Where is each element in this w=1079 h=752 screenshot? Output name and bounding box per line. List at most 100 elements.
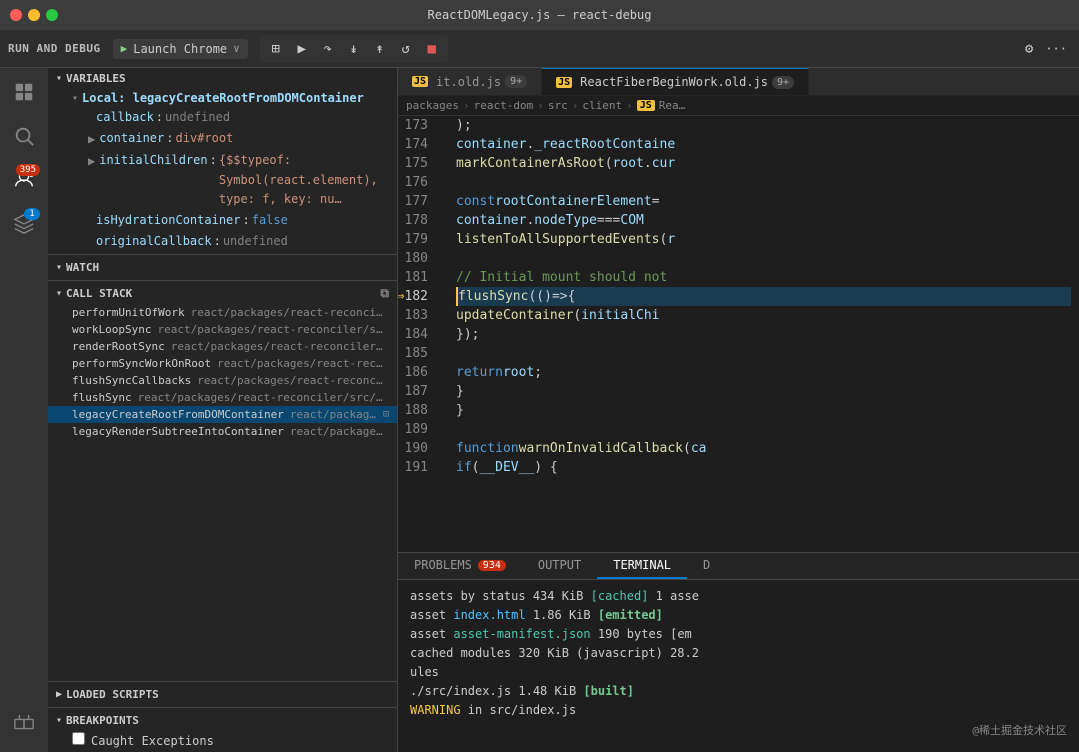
breakpoint-caught-exceptions[interactable]: Caught Exceptions	[48, 731, 397, 752]
activity-bar: 395 1	[0, 68, 48, 752]
var-key: callback	[96, 108, 154, 127]
var-key: originalCallback	[96, 232, 212, 251]
line-num: 186	[398, 363, 436, 382]
launch-config-button[interactable]: ▶ Launch Chrome ∨	[113, 39, 248, 59]
stop-button[interactable]: ■	[420, 37, 444, 61]
breakpoint-label: Caught Exceptions	[91, 732, 214, 751]
panel-divider-2	[48, 280, 397, 281]
variables-panel: ▾ VARIABLES ▾ Local: legacyCreateRootFro…	[48, 68, 397, 252]
copy-icon[interactable]: ⧉	[380, 286, 389, 301]
line-num: 178	[398, 211, 436, 230]
panel-divider	[48, 254, 397, 255]
breakpoints-header[interactable]: ▾ BREAKPOINTS	[48, 710, 397, 731]
local-scope-header[interactable]: ▾ Local: legacyCreateRootFromDOMContaine…	[48, 89, 397, 107]
tab-d[interactable]: D	[687, 553, 726, 579]
stack-frame-name: flushSync	[72, 391, 132, 404]
variables-chevron-icon: ▾	[56, 73, 62, 84]
var-value: div#root	[176, 129, 234, 148]
call-stack-item[interactable]: flushSync react/packages/react-reconcile…	[48, 389, 397, 406]
call-stack-item[interactable]: workLoopSync react/packages/react-reconc…	[48, 321, 397, 338]
call-stack-section-header[interactable]: ▾ CALL STACK ⧉	[48, 283, 397, 304]
stack-frame-name: workLoopSync	[72, 323, 151, 336]
code-line: container._reactRootContaine	[456, 135, 1071, 154]
watch-panel: ▾ WATCH	[48, 257, 397, 278]
code-line: listenToAllSupportedEvents(r	[456, 230, 1071, 249]
breakpoints-section: ▾ BREAKPOINTS Caught Exceptions	[48, 710, 397, 752]
maximize-button[interactable]	[46, 9, 58, 21]
sidebar-header-label: RUN AND DEBUG	[8, 42, 101, 55]
breakpoints-chevron-icon: ▾	[56, 715, 62, 726]
window-title: ReactDOMLegacy.js — react-debug	[428, 8, 652, 22]
line-num: 190	[398, 439, 436, 458]
run-badge: 1	[24, 208, 40, 220]
var-isHydrationContainer[interactable]: isHydrationContainer : false	[48, 210, 397, 231]
var-value: undefined	[223, 232, 288, 251]
sidebar-item-search[interactable]	[4, 116, 44, 156]
editor-area: JS it.old.js 9+ JS ReactFiberBeginWork.o…	[398, 68, 1079, 752]
line-num: 189	[398, 420, 436, 439]
caught-exceptions-checkbox[interactable]	[72, 732, 85, 745]
breakpoints-title: BREAKPOINTS	[66, 714, 139, 727]
code-line: // Initial mount should not	[456, 268, 1071, 287]
tab-output[interactable]: OUTPUT	[522, 553, 597, 579]
sidebar-item-debug[interactable]: 395	[4, 160, 44, 200]
tab-problems[interactable]: PROBLEMS 934	[398, 553, 522, 579]
tab-terminal[interactable]: TERMINAL	[597, 553, 687, 579]
stack-frame-path: react/packages/react-reconciler/src/Reac…	[138, 391, 389, 404]
step-over-button[interactable]: ↷	[316, 37, 340, 61]
tab-badge: 9+	[772, 76, 794, 89]
var-container[interactable]: ▶ container : div#root	[48, 128, 397, 150]
tab-it-old[interactable]: JS it.old.js 9+	[398, 69, 542, 95]
main-layout: 395 1 ▾ VARIABLES ▾ Local: legacyCreateR…	[0, 68, 1079, 752]
close-button[interactable]	[10, 9, 22, 21]
stack-frame-name: renderRootSync	[72, 340, 165, 353]
terminal-line: ./src/index.js 1.48 KiB [built]	[410, 682, 1067, 700]
call-stack-item-selected[interactable]: legacyCreateRootFromDOMContainer react/p…	[48, 406, 397, 423]
continue-button[interactable]: ▶	[290, 37, 314, 61]
stack-frame-path: react/packages/react-dom/src/cli...	[290, 425, 389, 438]
tab-reactfiberbeginwork[interactable]: JS ReactFiberBeginWork.old.js 9+	[542, 68, 809, 95]
call-stack-item[interactable]: flushSyncCallbacks react/packages/react-…	[48, 372, 397, 389]
local-chevron-icon: ▾	[72, 93, 78, 104]
line-num: 185	[398, 344, 436, 363]
line-numbers: 173 174 175 176 177 178 179 180 181 ⇒ 18…	[398, 116, 448, 552]
terminal-line: WARNING in src/index.js	[410, 701, 1067, 719]
sidebar-item-extensions[interactable]	[4, 704, 44, 744]
restart-button[interactable]: ↺	[394, 37, 418, 61]
code-line: );	[456, 116, 1071, 135]
breadcrumb-part: react-dom	[474, 99, 534, 112]
tab-label: PROBLEMS	[414, 558, 472, 572]
watch-chevron-icon: ▾	[56, 262, 62, 273]
window-controls[interactable]	[10, 9, 58, 21]
call-stack-item[interactable]: renderRootSync react/packages/react-reco…	[48, 338, 397, 355]
code-line: if (__DEV__) {	[456, 458, 1071, 477]
code-line	[456, 344, 1071, 363]
breadcrumb-part: Rea…	[659, 99, 686, 112]
call-stack-item[interactable]: performSyncWorkOnRoot react/packages/rea…	[48, 355, 397, 372]
call-stack-item[interactable]: legacyRenderSubtreeIntoContainer react/p…	[48, 423, 397, 440]
sidebar-item-explorer[interactable]	[4, 72, 44, 112]
grid-icon[interactable]: ⊞	[264, 37, 288, 61]
settings-icon[interactable]: ⚙	[1021, 37, 1037, 61]
minimize-button[interactable]	[28, 9, 40, 21]
call-stack-item[interactable]: performUnitOfWork react/packages/react-r…	[48, 304, 397, 321]
step-out-button[interactable]: ↟	[368, 37, 392, 61]
more-actions-button[interactable]: ···	[1041, 38, 1071, 60]
code-editor[interactable]: 173 174 175 176 177 178 179 180 181 ⇒ 18…	[398, 116, 1079, 552]
watch-section-header[interactable]: ▾ WATCH	[48, 257, 397, 278]
variables-section-header[interactable]: ▾ VARIABLES	[48, 68, 397, 89]
var-value: {$$typeof: Symbol(react.element), type: …	[219, 151, 397, 209]
call-stack-chevron-icon: ▾	[56, 288, 62, 299]
var-originalCallback[interactable]: originalCallback : undefined	[48, 231, 397, 252]
stack-frame-path: react/packages/react-dom/sr...	[290, 408, 379, 421]
step-into-button[interactable]: ↡	[342, 37, 366, 61]
line-num: 174	[398, 135, 436, 154]
sidebar-item-run[interactable]: 1	[4, 204, 44, 244]
var-callback[interactable]: callback : undefined	[48, 107, 397, 128]
variables-title: VARIABLES	[66, 72, 126, 85]
var-initialChildren[interactable]: ▶ initialChildren : {$$typeof: Symbol(re…	[48, 150, 397, 210]
loaded-scripts-header[interactable]: ▶ LOADED SCRIPTS	[48, 684, 397, 705]
bottom-panel: PROBLEMS 934 OUTPUT TERMINAL D assets by…	[398, 552, 1079, 752]
expand-icon: ▶	[88, 130, 95, 149]
stack-frame-name: legacyCreateRootFromDOMContainer	[72, 408, 284, 421]
